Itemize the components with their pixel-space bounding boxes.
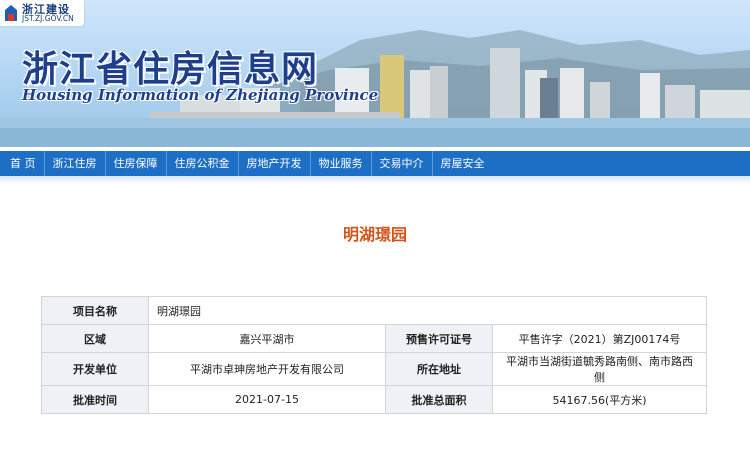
developer-value: 平湖市卓珅房地产开发有限公司 [148,352,386,386]
site-subtitle: Housing Information of Zhejiang Province [22,86,379,104]
nav-item-real-estate[interactable]: 房地产开发 [239,151,311,176]
date-value: 2021-07-15 [148,385,386,414]
nav-item-property-service[interactable]: 物业服务 [311,151,372,176]
address-label: 所在地址 [385,352,493,386]
nav-item-housing-fund[interactable]: 住房公积金 [167,151,239,176]
nav-item-housing-safety[interactable]: 房屋安全 [433,151,493,176]
house-logo-icon [5,5,17,21]
tag-url: JST.ZJ.GOV.CN [22,14,74,23]
table-row: 批准时间 2021-07-15 批准总面积 54167.56(平方米) [41,385,707,414]
date-label: 批准时间 [41,385,149,414]
name-label: 项目名称 [41,296,149,325]
address-value: 平湖市当湖街道毓秀路南侧、南市路西侧 [492,352,707,386]
nav-item-brokerage[interactable]: 交易中介 [372,151,433,176]
developer-label: 开发单位 [41,352,149,386]
permit-label: 预售许可证号 [385,324,493,353]
table-row: 开发单位 平湖市卓珅房地产开发有限公司 所在地址 平湖市当湖街道毓秀路南侧、南市… [41,352,707,386]
area-label: 区域 [41,324,149,353]
nav-item-housing-security[interactable]: 住房保障 [106,151,167,176]
area-value: 嘉兴平湖市 [148,324,386,353]
nav-item-zhejiang-housing[interactable]: 浙江住房 [45,151,106,176]
page-title: 明湖璟园 [342,225,407,244]
project-info-table: 项目名称 明湖璟园 区域 嘉兴平湖市 预售许可证号 平售许字（2021）第ZJ0… [41,296,707,414]
permit-value: 平售许字（2021）第ZJ00174号 [492,324,707,353]
site-title: 浙江省住房信息网 [22,49,319,90]
nav-shadow [0,176,750,184]
total-area-value: 54167.56(平方米) [492,385,707,414]
zhejiang-construction-tag[interactable]: 浙江建设 JST.ZJ.GOV.CN [0,0,84,26]
nav-item-home[interactable]: 首 页 [0,151,45,176]
name-value: 明湖璟园 [148,296,707,325]
main-nav: 首 页 浙江住房 住房保障 住房公积金 房地产开发 物业服务 交易中介 房屋安全 [0,151,750,176]
table-row: 区域 嘉兴平湖市 预售许可证号 平售许字（2021）第ZJ00174号 [41,324,707,353]
total-area-label: 批准总面积 [385,385,493,414]
site-banner: 浙江建设 JST.ZJ.GOV.CN 浙江省住房信息网 Housing Info… [0,0,750,147]
table-row: 项目名称 明湖璟园 [41,296,707,325]
